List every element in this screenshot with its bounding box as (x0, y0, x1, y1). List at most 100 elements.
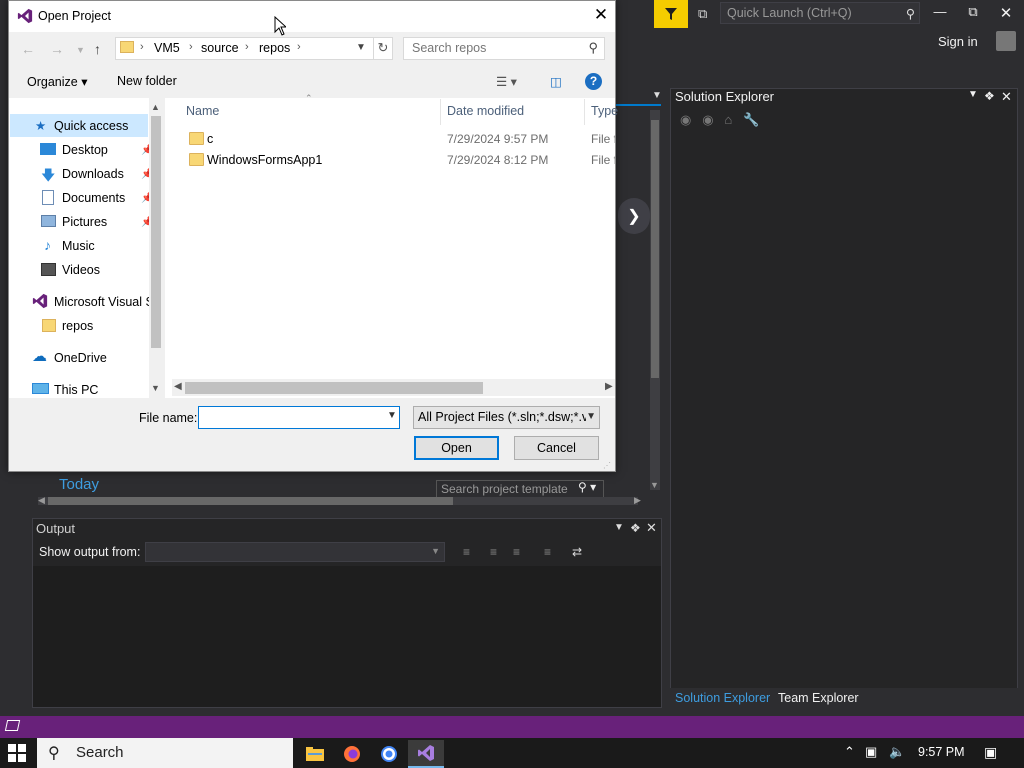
live-share-icon[interactable]: ⧉ (698, 6, 707, 22)
folder-icon (120, 41, 134, 53)
scroll-down-icon[interactable]: ▼ (650, 480, 659, 490)
breadcrumb-source[interactable]: source (201, 41, 239, 55)
find-message-icon[interactable]: ≡ (463, 545, 470, 559)
scroll-left-icon[interactable]: ◀ (174, 381, 182, 392)
dropdown-icon[interactable]: ▼ (614, 522, 624, 533)
wrench-icon[interactable]: 🔧 (743, 112, 759, 127)
file-row-name[interactable]: WindowsFormsApp1 (207, 153, 322, 167)
column-header-date-modified[interactable]: Date modified (447, 104, 524, 118)
account-avatar[interactable] (996, 31, 1016, 51)
file-name-input[interactable] (198, 406, 400, 429)
refresh-icon[interactable]: ↻ (373, 37, 393, 60)
column-divider[interactable] (584, 99, 585, 125)
nav-item-pictures[interactable]: Pictures (62, 215, 107, 229)
nav-item-this-pc[interactable]: This PC (54, 383, 98, 397)
scrollbar-thumb[interactable] (151, 116, 161, 348)
file-type-filter-select[interactable]: All Project Files (*.sln;*.dsw;*.vc ▼ (413, 406, 600, 429)
chevron-right-icon[interactable]: ❯ (618, 198, 650, 234)
breadcrumb-vm5[interactable]: VM5 (154, 41, 180, 55)
file-row-name[interactable]: c (207, 132, 213, 146)
breadcrumb-separator[interactable]: › (245, 41, 249, 53)
scroll-right-icon[interactable]: ▶ (605, 381, 613, 392)
pin-icon[interactable]: ❖ (984, 89, 995, 103)
up-arrow-icon[interactable]: ↑ (94, 41, 101, 57)
nav-item-desktop[interactable]: Desktop (62, 143, 108, 157)
open-button[interactable]: Open (414, 436, 499, 460)
dropdown-icon[interactable]: ▼ (968, 89, 978, 100)
restore-button[interactable]: ⧉ (961, 4, 985, 24)
feedback-filter-icon[interactable] (654, 0, 688, 28)
word-wrap-icon[interactable]: ⇄ (572, 545, 582, 559)
home-icon[interactable]: ⌂ (724, 112, 732, 127)
output-source-select[interactable]: ▼ (145, 542, 445, 562)
folder-icon (189, 153, 204, 166)
desktop-icon (40, 143, 56, 155)
search-repos-input[interactable]: Search repos ⚲ (403, 37, 605, 60)
breadcrumb-separator[interactable]: › (140, 41, 144, 53)
notifications-icon[interactable]: ▣ (984, 744, 997, 761)
nav-item-documents[interactable]: Documents (62, 191, 125, 205)
cancel-button[interactable]: Cancel (514, 436, 599, 460)
pin-icon[interactable]: ❖ (630, 521, 641, 535)
back-icon[interactable]: ◉ (680, 112, 691, 127)
volume-muted-icon[interactable]: 🔈 (889, 744, 905, 760)
back-arrow-icon[interactable]: ← (21, 41, 35, 57)
scroll-down-icon[interactable]: ▼ (151, 383, 160, 393)
file-explorer-icon[interactable] (297, 740, 333, 768)
nav-item-quick-access[interactable]: Quick access (54, 119, 128, 133)
breadcrumb-separator[interactable]: › (189, 41, 193, 53)
visual-studio-icon[interactable] (408, 740, 444, 768)
quick-launch-input[interactable]: Quick Launch (Ctrl+Q) ⚲ (720, 2, 920, 24)
change-view-icon[interactable]: ☰ ▾ (496, 74, 517, 89)
close-icon[interactable]: ✕ (646, 520, 657, 536)
nav-item-music[interactable]: Music (62, 239, 95, 253)
nav-item-microsoft-visual-studio[interactable]: Microsoft Visual S (54, 295, 149, 309)
tab-solution-explorer[interactable]: Solution Explorer (675, 691, 770, 705)
column-divider[interactable] (440, 99, 441, 125)
close-icon[interactable]: ✕ (1001, 89, 1012, 105)
breadcrumb-separator[interactable]: › (297, 41, 301, 53)
close-window-button[interactable]: ✕ (994, 4, 1018, 24)
scroll-right-icon[interactable]: ▶ (634, 495, 641, 506)
scrollbar-thumb[interactable] (185, 382, 483, 394)
taskbar-clock[interactable]: 9:57 PM (918, 745, 965, 759)
breadcrumb-repos[interactable]: repos (259, 41, 290, 55)
firefox-icon[interactable] (334, 740, 370, 768)
forward-icon[interactable]: ◉ (702, 112, 713, 127)
recent-locations-icon[interactable]: ▼ (76, 45, 85, 55)
go-to-previous-icon[interactable]: ≡ (490, 545, 497, 559)
show-hidden-icons-icon[interactable]: ⌃ (844, 744, 855, 760)
address-dropdown-icon[interactable]: ▼ (356, 42, 366, 53)
sign-in-link[interactable]: Sign in (938, 34, 978, 49)
clear-all-icon[interactable]: ≡ (544, 545, 551, 559)
column-header-type[interactable]: Type (591, 104, 618, 118)
forward-arrow-icon[interactable]: → (50, 41, 64, 57)
tab-team-explorer[interactable]: Team Explorer (778, 691, 859, 705)
quick-launch-placeholder: Quick Launch (Ctrl+Q) (727, 6, 852, 20)
dialog-close-button[interactable]: ✕ (587, 5, 615, 29)
file-row-date: 7/29/2024 8:12 PM (447, 153, 549, 167)
nav-item-downloads[interactable]: Downloads (62, 167, 124, 181)
scroll-left-icon[interactable]: ◀ (38, 495, 45, 506)
resize-grip-icon[interactable]: ⋰ (603, 461, 611, 470)
network-icon[interactable]: ▣ (865, 744, 877, 760)
go-to-next-icon[interactable]: ≡ (513, 545, 520, 559)
status-icon[interactable] (4, 720, 21, 731)
nav-item-repos[interactable]: repos (62, 319, 93, 333)
preview-pane-icon[interactable]: ◫ (550, 74, 562, 89)
nav-item-onedrive[interactable]: OneDrive (54, 351, 107, 365)
minimize-button[interactable]: — (928, 4, 952, 24)
new-folder-button[interactable]: New folder (117, 74, 177, 88)
column-header-name[interactable]: Name (186, 104, 219, 118)
chevron-down-icon[interactable]: ▼ (387, 410, 397, 421)
windows-start-icon[interactable] (8, 744, 26, 762)
scroll-up-icon[interactable]: ▲ (151, 102, 160, 112)
organize-button[interactable]: Organize ▾ (27, 74, 87, 89)
chevron-down-icon[interactable]: ▼ (652, 90, 662, 101)
scrollbar-thumb[interactable] (651, 120, 659, 378)
output-text-area[interactable] (33, 566, 661, 707)
scrollbar-thumb[interactable] (48, 497, 453, 505)
chrome-icon[interactable] (371, 740, 407, 768)
help-icon[interactable]: ? (585, 73, 602, 90)
nav-item-videos[interactable]: Videos (62, 263, 100, 277)
